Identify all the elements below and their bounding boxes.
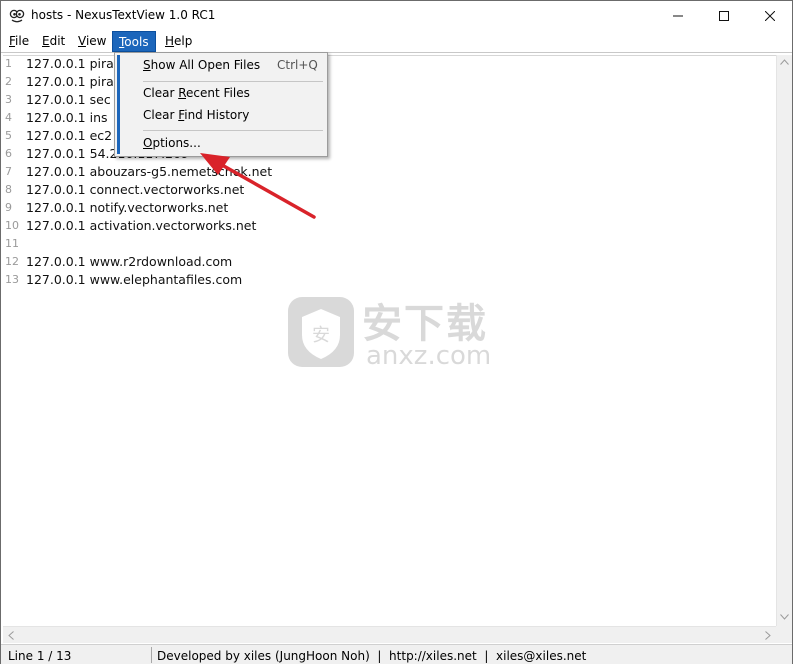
cursor-position: Line 1 / 13 [8,649,72,663]
editor-line: 9 127.0.0.1 notify.vectorworks.net [3,200,773,218]
line-number: 7 [5,165,12,178]
menu-file[interactable]: File [3,31,35,52]
watermark: 安 安下载 anxz.com [286,289,506,374]
scrollbar-corner [776,626,792,643]
minimize-button[interactable] [655,1,701,31]
horizontal-scrollbar[interactable] [3,626,776,643]
line-number: 2 [5,75,12,88]
maximize-icon [719,11,729,21]
editor-line: 13 127.0.0.1 www.elephantafiles.com [3,272,773,290]
menu-item-options[interactable]: Options... [143,133,201,153]
editor-line: 12 127.0.0.1 www.r2rdownload.com [3,254,773,272]
title-bar[interactable]: hosts - NexusTextView 1.0 RC1 [1,1,792,31]
tools-dropdown-menu: Show All Open Files Ctrl+Q Clear Recent … [114,52,328,157]
menu-separator [143,130,323,131]
line-number: 6 [5,147,12,160]
close-button[interactable] [747,1,793,31]
shield-icon: 安 [288,297,354,367]
line-number: 9 [5,201,12,214]
editor-line: 10 127.0.0.1 activation.vectorworks.net [3,218,773,236]
shortcut-label: Ctrl+Q [277,58,318,72]
line-text: 127.0.0.1 www.elephantafiles.com [26,272,243,287]
line-text: 127.0.0.1 ins [26,110,108,125]
scroll-down-icon[interactable] [780,614,789,620]
minimize-icon [673,15,683,17]
menu-view[interactable]: View [72,31,112,52]
menu-edit[interactable]: Edit [36,31,71,52]
line-number: 1 [5,57,12,70]
vertical-scrollbar[interactable] [776,55,792,626]
line-number: 4 [5,111,12,124]
menu-separator [143,81,323,82]
close-icon [765,11,775,21]
menu-bar: File Edit View Tools Help [1,31,792,52]
line-number: 3 [5,93,12,106]
maximize-button[interactable] [701,1,747,31]
scroll-up-icon[interactable] [780,59,789,65]
menu-item-clear-find-history[interactable]: Clear Find History [143,105,249,125]
line-number: 5 [5,129,12,142]
editor-line: 11 [3,236,773,254]
menu-item-show-all-open-files[interactable]: Show All Open Files [143,55,260,75]
watermark-en-text: anxz.com [366,341,492,371]
line-number: 13 [5,273,19,286]
line-number: 10 [5,219,19,232]
line-text: 127.0.0.1 pira [26,56,114,71]
app-window: hosts - NexusTextView 1.0 RC1 File Edit … [0,0,793,664]
scroll-left-icon[interactable] [8,631,14,640]
line-text: 127.0.0.1 sec [26,92,111,107]
line-text: 127.0.0.1 www.r2rdownload.com [26,254,233,269]
window-title: hosts - NexusTextView 1.0 RC1 [31,8,216,22]
line-number: 11 [5,237,19,250]
line-number: 8 [5,183,12,196]
annotation-arrow-icon [200,153,316,219]
menu-item-clear-recent-files[interactable]: Clear Recent Files [143,83,250,103]
menu-help[interactable]: Help [159,31,198,52]
scroll-right-icon[interactable] [765,631,771,640]
app-logo-icon [9,9,25,23]
status-bar: Line 1 / 13 Developed by xiles (JungHoon… [1,644,792,664]
developer-credit: Developed by xiles (JungHoon Noh) | http… [157,649,587,663]
editor-line: 7 127.0.0.1 abouzars-g5.nemetschek.net [3,164,773,182]
editor-line: 8 127.0.0.1 connect.vectorworks.net [3,182,773,200]
status-divider [151,647,152,663]
menu-accent-strip [117,55,120,154]
line-text: 127.0.0.1 pira [26,74,114,89]
line-number: 12 [5,255,19,268]
menu-tools[interactable]: Tools [112,31,156,52]
line-text: 127.0.0.1 ec2 [26,128,113,143]
svg-text:安: 安 [312,325,330,346]
